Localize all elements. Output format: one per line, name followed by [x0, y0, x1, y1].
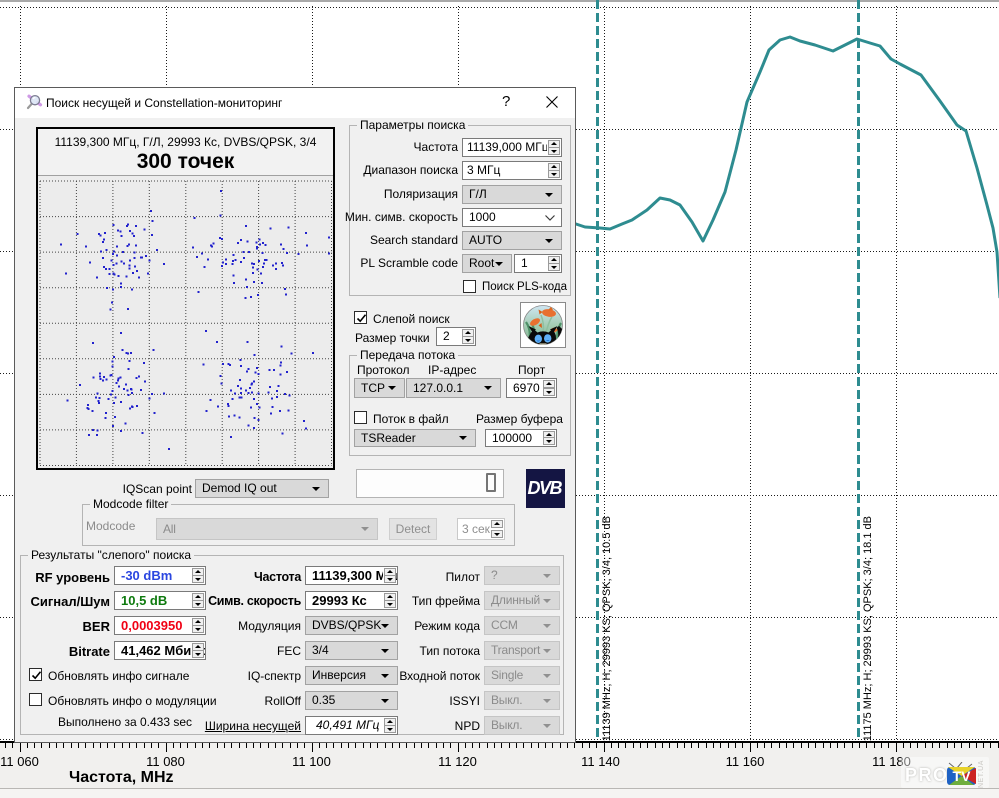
svg-text:TV: TV — [953, 768, 972, 784]
svg-text:DVB: DVB — [528, 478, 563, 498]
